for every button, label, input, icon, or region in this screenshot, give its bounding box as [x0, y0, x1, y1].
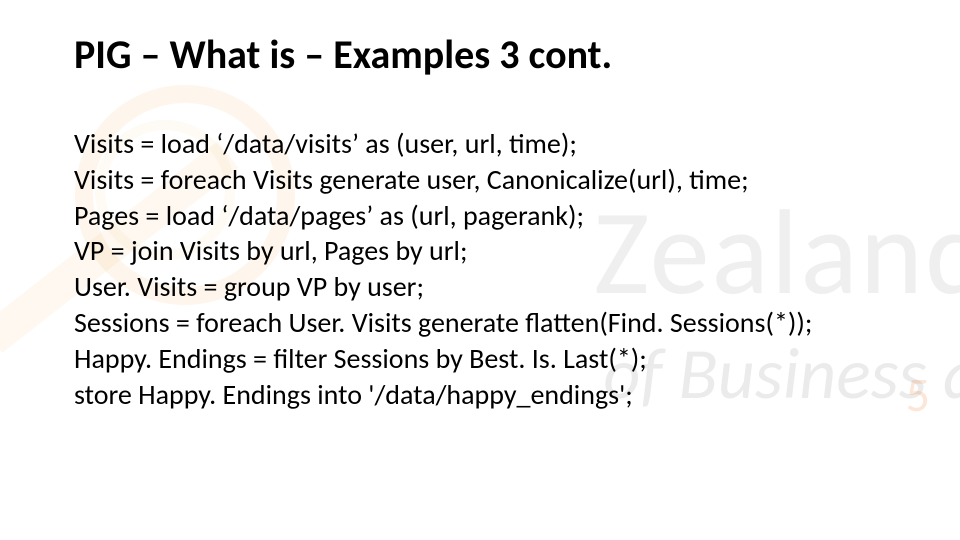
slide-title: PIG – What is – Examples 3 cont. [74, 32, 900, 78]
code-line: Visits = load ‘/data/visits’ as (user, u… [74, 126, 900, 162]
code-line: User. Visits = group VP by user; [74, 269, 900, 305]
code-line: store Happy. Endings into '/data/happy_e… [74, 377, 900, 413]
code-line: VP = join Visits by url, Pages by url; [74, 233, 900, 269]
code-block: Visits = load ‘/data/visits’ as (user, u… [74, 126, 900, 413]
slide-container: PIG – What is – Examples 3 cont. Visits … [0, 0, 960, 540]
code-line: Sessions = foreach User. Visits generate… [74, 305, 900, 341]
code-line: Visits = foreach Visits generate user, C… [74, 162, 900, 198]
code-line: Pages = load ‘/data/pages’ as (url, page… [74, 198, 900, 234]
code-line: Happy. Endings = filter Sessions by Best… [74, 341, 900, 377]
